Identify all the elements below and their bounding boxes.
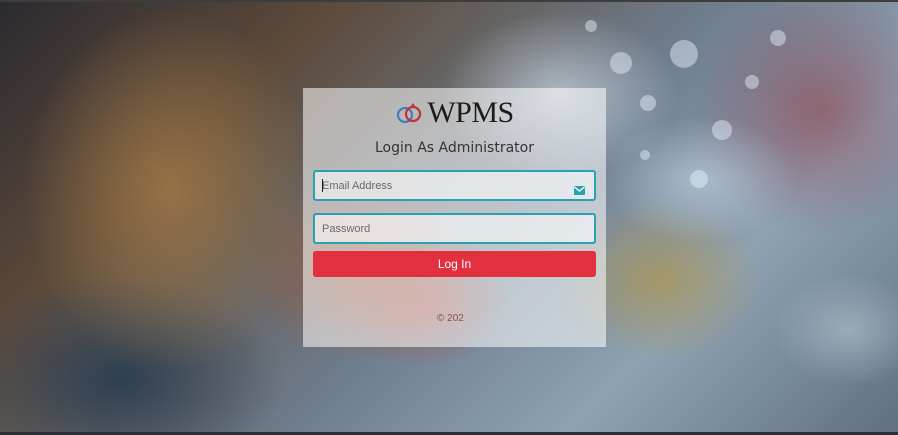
text-cursor [322, 179, 323, 192]
login-button[interactable]: Log In [313, 251, 596, 277]
brand-logo: WPMS [303, 96, 606, 130]
envelope-icon [574, 180, 585, 195]
interlocking-rings-icon [395, 101, 425, 125]
email-field-wrapper [313, 170, 596, 201]
login-page: WPMS Login As Administrator Log In © 202 [0, 0, 898, 435]
brand-name: WPMS [427, 96, 514, 129]
page-title: Login As Administrator [375, 140, 534, 156]
password-field-wrapper [313, 213, 596, 244]
copyright-text: © 202 [437, 313, 464, 324]
login-card: WPMS Login As Administrator Log In © 202 [303, 88, 606, 347]
window-top-border [0, 0, 898, 2]
password-field[interactable] [315, 215, 594, 242]
email-field[interactable] [315, 172, 594, 199]
